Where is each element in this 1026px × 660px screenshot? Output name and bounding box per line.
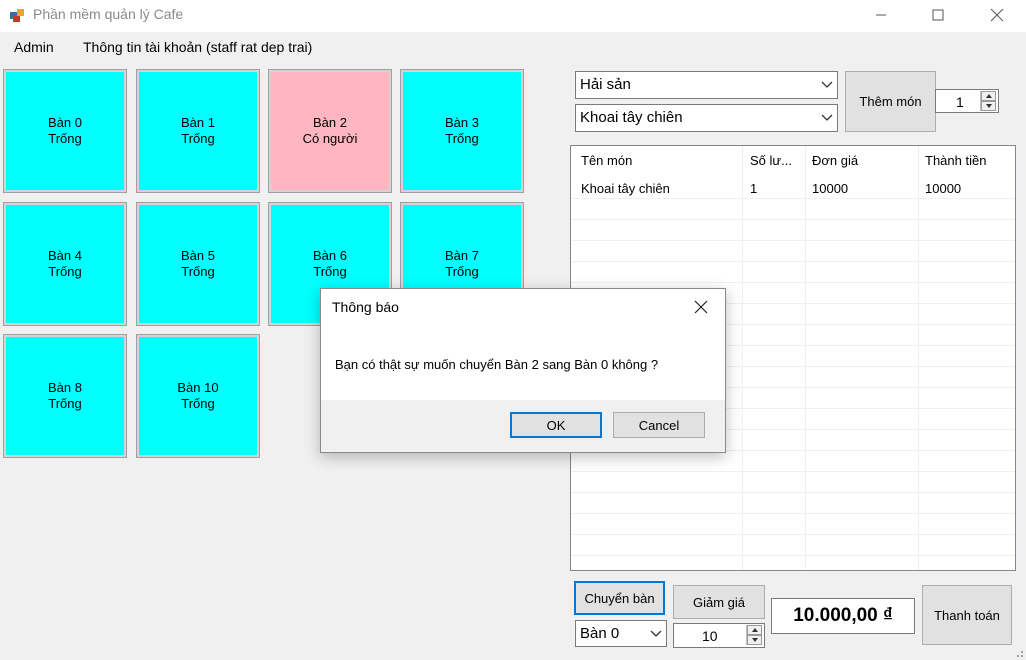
ok-button[interactable]: OK — [510, 412, 602, 438]
minimize-icon — [876, 14, 886, 16]
table-name: Bàn 6 — [313, 248, 347, 263]
dialog-message: Bạn có thật sự muốn chuyển Bàn 2 sang Bà… — [335, 357, 659, 372]
table-tile[interactable]: Bàn 0 Trống — [3, 69, 127, 193]
menu-admin[interactable]: Admin — [14, 39, 54, 55]
close-icon[interactable] — [693, 299, 709, 315]
table-status: Trống — [181, 131, 215, 146]
window-title: Phần mềm quản lý Cafe — [33, 6, 184, 22]
grid-line — [571, 534, 1015, 535]
dialog-title: Thông báo — [332, 299, 399, 315]
bill-header: Tên món Số lư... Đơn giá Thành tiền — [571, 146, 1015, 176]
total-price: 10.000,00 ₫ — [771, 598, 915, 634]
table-status: Trống — [48, 131, 82, 146]
table-name: Bàn 5 — [181, 248, 215, 263]
app-icon — [9, 7, 25, 23]
close-icon — [990, 8, 1004, 22]
grid-line — [571, 261, 1015, 262]
menu-bar: Admin Thông tin tài khoản (staff rat dep… — [0, 34, 1026, 60]
chevron-down-icon — [821, 114, 833, 121]
table-name: Bàn 1 — [181, 115, 215, 130]
bill-cell[interactable]: Khoai tây chiên — [581, 181, 670, 196]
menu-account-info[interactable]: Thông tin tài khoản (staff rat dep trai) — [83, 39, 312, 55]
title-bar: Phần mềm quản lý Cafe — [0, 0, 1026, 32]
grid-line — [571, 513, 1015, 514]
table-status: Trống — [313, 264, 347, 279]
table-name: Bàn 8 — [48, 380, 82, 395]
spin-arrows[interactable] — [980, 91, 996, 111]
bill-cell[interactable]: 10000 — [812, 181, 848, 196]
column-header[interactable]: Thành tiền — [925, 153, 986, 168]
minimize-button[interactable] — [858, 0, 904, 30]
spin-up-icon[interactable] — [747, 625, 762, 635]
column-header[interactable]: Tên món — [581, 153, 632, 168]
table-tile[interactable]: Bàn 5 Trống — [136, 202, 260, 326]
spin-down-icon[interactable] — [981, 101, 996, 111]
table-status: Trống — [181, 396, 215, 411]
maximize-button[interactable] — [915, 0, 961, 30]
category-combo[interactable]: Hải sản — [575, 71, 838, 99]
table-tile[interactable]: Bàn 3 Trống — [400, 69, 524, 193]
bill-cell[interactable]: 1 — [750, 181, 757, 196]
bill-cell[interactable]: 10000 — [925, 181, 961, 196]
add-food-button[interactable]: Thêm món — [845, 71, 936, 132]
table-status: Trống — [445, 131, 479, 146]
column-divider — [805, 146, 806, 570]
cancel-button[interactable]: Cancel — [613, 412, 705, 438]
table-name: Bàn 4 — [48, 248, 82, 263]
chevron-down-icon — [650, 630, 662, 637]
table-status: Trống — [48, 264, 82, 279]
table-status: Trống — [445, 264, 479, 279]
table-tile[interactable]: Bàn 8 Trống — [3, 334, 127, 458]
discount-value: 10 — [702, 628, 718, 644]
discount-stepper[interactable]: 10 — [673, 623, 765, 648]
grid-line — [571, 282, 1015, 283]
grid-line — [571, 219, 1015, 220]
column-header[interactable]: Đơn giá — [812, 153, 858, 168]
chevron-down-icon — [821, 81, 833, 88]
confirm-dialog: Thông báo Bạn có thật sự muốn chuyển Bàn… — [320, 288, 726, 453]
grid-line — [571, 240, 1015, 241]
table-tile[interactable]: Bàn 1 Trống — [136, 69, 260, 193]
table-tile[interactable]: Bàn 4 Trống — [3, 202, 127, 326]
spin-arrows[interactable] — [746, 625, 762, 645]
close-window-button[interactable] — [974, 0, 1020, 30]
table-status: Trống — [48, 396, 82, 411]
discount-button[interactable]: Giảm giá — [673, 585, 765, 619]
spin-down-icon[interactable] — [747, 635, 762, 645]
table-name: Bàn 2 — [313, 115, 347, 130]
column-divider — [742, 146, 743, 570]
column-divider — [918, 146, 919, 570]
grid-line — [571, 471, 1015, 472]
table-tile[interactable]: Bàn 2 Có người — [268, 69, 392, 193]
table-status: Có người — [302, 131, 358, 146]
switch-table-button[interactable]: Chuyển bàn — [574, 581, 665, 615]
table-name: Bàn 0 — [48, 115, 82, 130]
table-name: Bàn 3 — [445, 115, 479, 130]
food-combo[interactable]: Khoai tây chiên — [575, 104, 838, 132]
table-status: Trống — [181, 264, 215, 279]
maximize-icon — [932, 9, 944, 21]
dialog-footer: OK Cancel — [321, 400, 725, 452]
grid-line — [571, 198, 1015, 199]
spin-up-icon[interactable] — [981, 91, 996, 101]
grid-line — [571, 492, 1015, 493]
table-name: Bàn 7 — [445, 248, 479, 263]
column-header[interactable]: Số lư... — [750, 153, 792, 168]
grid-line — [571, 555, 1015, 556]
table-name: Bàn 10 — [177, 380, 219, 395]
table-tile[interactable]: Bàn 10 Trống — [136, 334, 260, 458]
quantity-value: 1 — [956, 94, 964, 110]
switch-target-value: Bàn 0 — [580, 625, 620, 642]
resize-grip-icon[interactable] — [1012, 646, 1024, 658]
food-value: Khoai tây chiên — [580, 109, 683, 126]
category-value: Hải sản — [580, 76, 631, 93]
quantity-stepper[interactable]: 1 — [935, 89, 999, 113]
checkout-button[interactable]: Thanh toán — [922, 585, 1012, 645]
switch-target-combo[interactable]: Bàn 0 — [575, 620, 667, 647]
